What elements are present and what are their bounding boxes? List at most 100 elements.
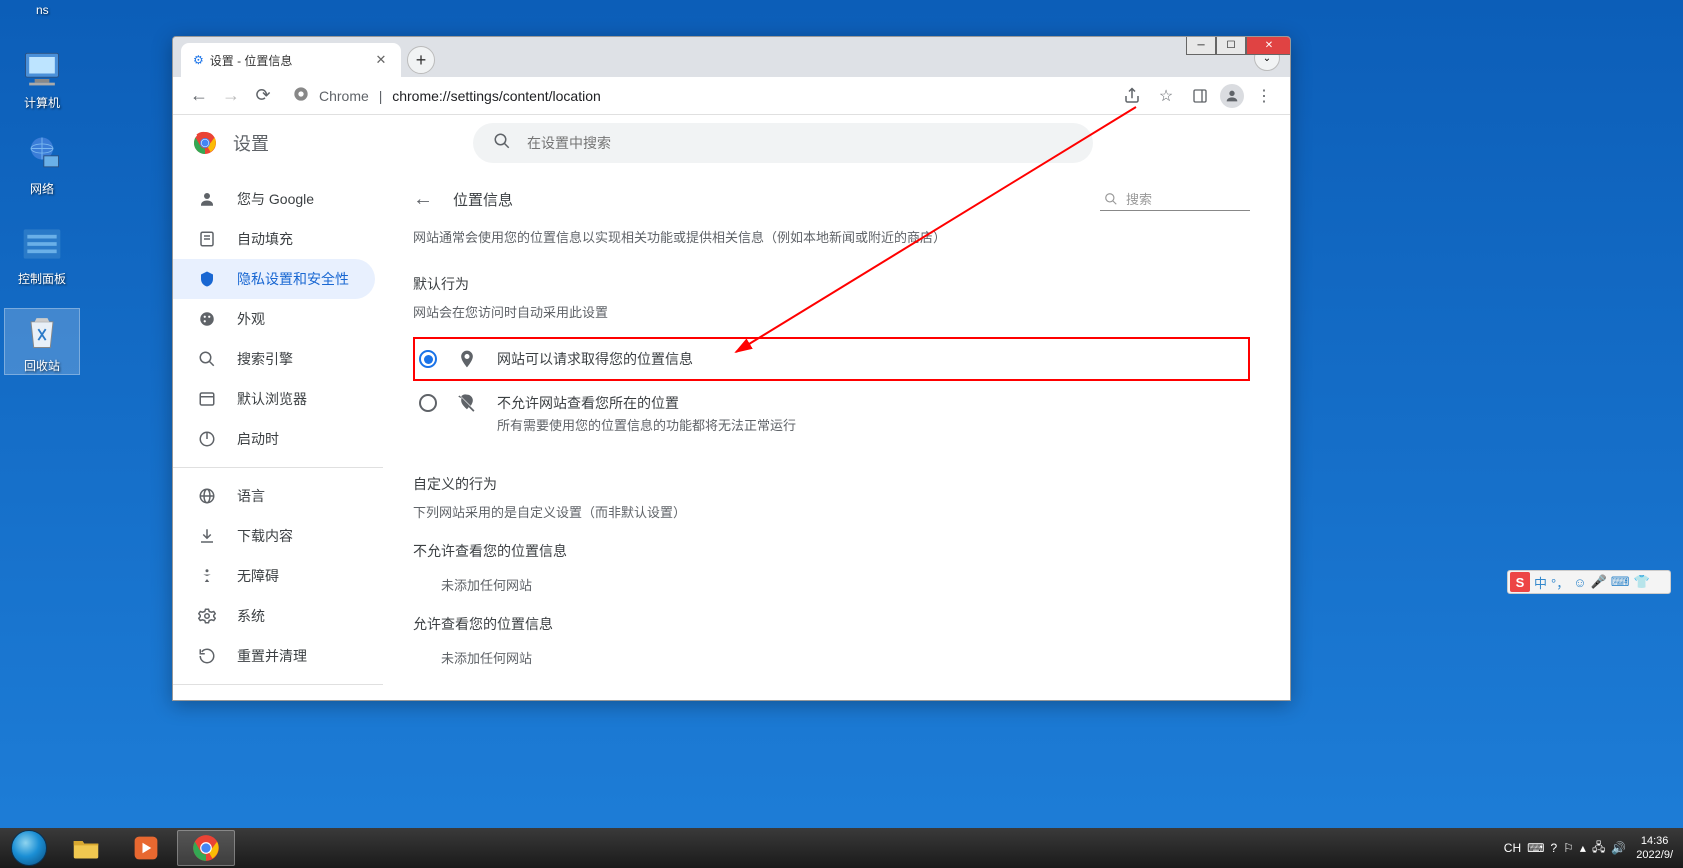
sidebar-item-downloads[interactable]: 下载内容 <box>173 516 375 556</box>
desktop-icon-recycle-bin[interactable]: 回收站 <box>4 308 80 375</box>
chrome-icon <box>293 86 309 105</box>
ime-punct-icon[interactable]: °， <box>1551 573 1569 592</box>
reload-button[interactable]: ⟳ <box>249 82 277 110</box>
ime-emoji-icon[interactable]: ☺ <box>1573 575 1586 590</box>
toolbar: ← → ⟳ Chrome | chrome://settings/content… <box>173 77 1290 115</box>
ime-skin-icon[interactable]: 👕 <box>1633 574 1649 590</box>
tray-help-icon[interactable]: ? <box>1550 841 1557 855</box>
accessibility-icon <box>197 566 217 586</box>
taskbar-app-explorer[interactable] <box>57 830 115 866</box>
new-tab-button[interactable]: + <box>407 46 435 74</box>
ime-keyboard-icon[interactable]: ⌨ <box>1611 574 1630 590</box>
menu-button[interactable]: ⋮ <box>1250 82 1278 110</box>
globe-icon <box>197 486 217 506</box>
sidebar-item-extensions[interactable]: 扩展程序 <box>173 693 375 701</box>
url-bar[interactable]: Chrome | chrome://settings/content/locat… <box>281 81 1114 111</box>
radio-block-desc: 所有需要使用您的位置信息的功能都将无法正常运行 <box>497 415 796 434</box>
sidebar-item-system[interactable]: 系统 <box>173 596 375 636</box>
tray-network-icon[interactable]: 🖧 <box>1592 838 1605 859</box>
chrome-window: ─ ☐ ✕ ⚙ 设置 - 位置信息 ✕ + ⌄ ← → ⟳ Chrome | c… <box>172 36 1291 701</box>
back-button[interactable]: ← <box>185 82 213 110</box>
taskbar-app-chrome[interactable] <box>177 830 235 866</box>
sidepanel-button[interactable] <box>1186 82 1214 110</box>
start-button[interactable] <box>2 828 56 868</box>
content-title: 位置信息 <box>453 189 1080 210</box>
network-icon <box>20 132 64 176</box>
windows-orb-icon <box>11 830 47 866</box>
taskbar-app-media[interactable] <box>117 830 175 866</box>
allow-list-title: 允许查看您的位置信息 <box>413 614 1250 634</box>
tray-security-icon[interactable]: ⚐ <box>1563 841 1574 855</box>
content-back-button[interactable]: ← <box>413 188 433 211</box>
ime-mic-icon[interactable]: 🎤 <box>1591 574 1607 590</box>
shield-icon <box>197 269 217 289</box>
tray-clock[interactable]: 14:36 2022/9/ <box>1636 834 1673 863</box>
settings-search-box[interactable] <box>473 123 1093 163</box>
bookmark-button[interactable]: ☆ <box>1152 82 1180 110</box>
settings-header: 设置 <box>173 115 1290 171</box>
allow-list-empty: 未添加任何网站 <box>413 648 1250 667</box>
desktop-icon-control-panel[interactable]: 控制面板 <box>4 222 80 287</box>
sidebar-item-reset[interactable]: 重置并清理 <box>173 636 375 676</box>
sidebar-item-search-engine[interactable]: 搜索引擎 <box>173 339 375 379</box>
tray-chevron-icon[interactable]: ▴ <box>1580 841 1586 855</box>
autofill-icon <box>197 229 217 249</box>
tray-volume-icon[interactable]: 🔊 <box>1611 841 1626 855</box>
desktop-icon-network[interactable]: 网络 <box>4 132 80 197</box>
ime-mode[interactable]: 中 <box>1534 573 1547 592</box>
tab-close-button[interactable]: ✕ <box>373 52 389 68</box>
control-panel-icon <box>20 222 64 266</box>
sidebar-item-accessibility[interactable]: 无障碍 <box>173 556 375 596</box>
radio-button[interactable] <box>419 394 437 412</box>
default-behavior-sub: 网站会在您访问时自动采用此设置 <box>413 302 1250 321</box>
radio-button-selected[interactable] <box>419 350 437 368</box>
sidebar-item-autofill[interactable]: 自动填充 <box>173 219 375 259</box>
settings-page-title: 设置 <box>233 130 269 156</box>
browser-icon <box>197 389 217 409</box>
tab-title: 设置 - 位置信息 <box>210 52 367 69</box>
gear-icon: ⚙ <box>193 53 204 67</box>
default-behavior-title: 默认行为 <box>413 274 1250 294</box>
radio-block-label: 不允许网站查看您所在的位置 <box>497 393 796 413</box>
desktop-icon-computer[interactable]: 计算机 <box>4 46 80 111</box>
location-off-icon <box>457 393 477 413</box>
content-search[interactable]: 搜索 <box>1100 187 1250 211</box>
sidebar-item-on-startup[interactable]: 启动时 <box>173 419 375 459</box>
chrome-logo-icon <box>193 131 217 155</box>
tab-settings[interactable]: ⚙ 设置 - 位置信息 ✕ <box>181 43 401 77</box>
sidebar-item-appearance[interactable]: 外观 <box>173 299 375 339</box>
search-icon <box>1104 192 1118 206</box>
ime-toolbar[interactable]: S 中 °， ☺ 🎤 ⌨ 👕 <box>1507 570 1671 594</box>
window-maximize-button[interactable]: ☐ <box>1216 36 1246 55</box>
sidebar-divider <box>173 684 383 685</box>
settings-search-input[interactable] <box>527 135 1073 151</box>
sogou-logo-icon: S <box>1510 572 1530 592</box>
custom-behavior-title: 自定义的行为 <box>413 474 1250 494</box>
radio-option-ask[interactable]: 网站可以请求取得您的位置信息 <box>413 337 1250 381</box>
search-icon <box>493 132 511 155</box>
sidebar-item-default-browser[interactable]: 默认浏览器 <box>173 379 375 419</box>
download-icon <box>197 526 217 546</box>
location-description: 网站通常会使用您的位置信息以实现相关功能或提供相关信息（例如本地新闻或附近的商店… <box>413 227 1250 246</box>
recycle-bin-icon <box>20 309 64 353</box>
tray-lang-indicator[interactable]: CH <box>1504 841 1521 855</box>
tray-keyboard-icon[interactable]: ⌨ <box>1527 841 1544 855</box>
window-close-button[interactable]: ✕ <box>1246 36 1291 55</box>
sidebar-item-languages[interactable]: 语言 <box>173 476 375 516</box>
radio-option-block[interactable]: 不允许网站查看您所在的位置 所有需要使用您的位置信息的功能都将无法正常运行 <box>413 381 1250 446</box>
forward-button[interactable]: → <box>217 82 245 110</box>
custom-behavior-sub: 下列网站采用的是自定义设置（而非默认设置） <box>413 502 1250 521</box>
block-list-title: 不允许查看您的位置信息 <box>413 541 1250 561</box>
power-icon <box>197 429 217 449</box>
profile-button[interactable] <box>1220 84 1244 108</box>
radio-ask-label: 网站可以请求取得您的位置信息 <box>497 349 693 369</box>
settings-content: ← 位置信息 搜索 网站通常会使用您的位置信息以实现相关功能或提供相关信息（例如… <box>383 171 1290 701</box>
share-button[interactable] <box>1118 82 1146 110</box>
sidebar-divider <box>173 467 383 468</box>
folder-icon <box>72 834 100 862</box>
tab-strip: ⚙ 设置 - 位置信息 ✕ + ⌄ <box>173 37 1290 77</box>
sidebar-item-privacy-security[interactable]: 隐私设置和安全性 <box>173 259 375 299</box>
taskbar: CH ⌨ ? ⚐ ▴ 🖧 🔊 14:36 2022/9/ <box>0 828 1683 868</box>
sidebar-item-you-google[interactable]: 您与 Google <box>173 179 375 219</box>
window-minimize-button[interactable]: ─ <box>1186 36 1216 55</box>
